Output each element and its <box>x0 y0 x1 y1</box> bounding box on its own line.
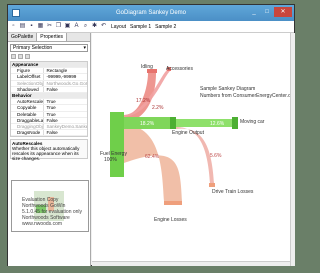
property-value[interactable]: True <box>44 99 87 104</box>
app-icon <box>12 9 20 17</box>
minimize-button[interactable]: _ <box>248 7 260 17</box>
drive-train-node[interactable] <box>209 183 215 187</box>
undo-icon[interactable]: ↶ <box>100 23 107 30</box>
sample1-button[interactable]: Sample 1 <box>130 24 151 30</box>
losses-pct: 62.4% <box>145 154 160 160</box>
app-window: GoDiagram Sankey Demo _ □ ✕ ▫ ▤ ▪ ▦ ✂ ❐ … <box>7 4 295 266</box>
font-icon[interactable]: A <box>73 23 80 30</box>
diagram-subtitle: Numbers from ConsumerEnergyCenter.org <box>200 93 296 99</box>
property-value[interactable]: False <box>44 87 87 92</box>
new-icon[interactable]: ▫ <box>10 23 17 30</box>
overview-panel[interactable]: Evaluation Copy Northwoods GoWin 5.1.0.4… <box>11 180 89 232</box>
property-name: AutoRescales <box>11 99 45 105</box>
idling-pct: 17.2% <box>136 98 151 104</box>
print-icon[interactable]: ▦ <box>37 23 44 30</box>
vertical-scrollbar[interactable] <box>290 33 295 266</box>
accessories-pct: 2.2% <box>152 105 164 111</box>
selection-dropdown[interactable]: Primary Selection ▾ <box>10 44 88 52</box>
property-value[interactable]: -99999,-99999 <box>44 74 87 79</box>
fuel-energy-pct: 100% <box>104 157 117 163</box>
property-name: DraggingObject <box>11 123 45 130</box>
engine-pct: 18.2% <box>140 121 155 127</box>
toolbar: ▫ ▤ ▪ ▦ ✂ ❐ ▣ A ⌕ ✱ ↶ Layout Sample 1 Sa… <box>8 21 294 33</box>
property-name: Deletable <box>11 111 45 117</box>
selection-value: Primary Selection <box>13 45 53 51</box>
moving-pct: 12.6% <box>210 121 225 127</box>
paste-icon[interactable]: ▣ <box>64 23 71 30</box>
diagram-canvas[interactable]: Sample Sankey Diagram Numbers from Consu… <box>92 33 295 266</box>
engine-losses-label: Engine Losses <box>154 217 187 223</box>
sankey-diagram <box>110 67 238 205</box>
sample2-button[interactable]: Sample 2 <box>155 24 176 30</box>
chevron-down-icon: ▾ <box>83 45 86 51</box>
left-panel: GoPalette Properties Primary Selection ▾… <box>8 33 91 266</box>
open-icon[interactable]: ▤ <box>19 23 26 30</box>
moving-car-node[interactable] <box>232 117 238 129</box>
horizontal-scrollbar[interactable] <box>92 261 295 266</box>
layout-button[interactable]: Layout <box>111 24 126 30</box>
idling-label: Idling <box>141 64 153 70</box>
fuel-energy-node[interactable] <box>110 112 124 177</box>
property-toolbar <box>8 54 90 61</box>
cut-icon[interactable]: ✂ <box>46 23 53 30</box>
window-title: GoDiagram Sankey Demo <box>115 10 187 16</box>
engine-losses-node[interactable] <box>164 201 182 205</box>
title-bar: GoDiagram Sankey Demo _ □ ✕ <box>8 5 294 21</box>
property-name: DraggableLabel <box>11 117 45 123</box>
engine-output-node[interactable] <box>170 117 176 129</box>
property-value[interactable]: True <box>44 105 87 110</box>
watermark-line-5: www.nwoods.com <box>22 221 63 227</box>
maximize-button[interactable]: □ <box>261 7 273 17</box>
property-name: SelectionObject <box>11 80 45 86</box>
zoom-icon[interactable]: ⌕ <box>82 23 89 30</box>
property-grid: Appearance Figure Rectangle LabelOffset -999… <box>10 61 88 138</box>
drive-pct: 5.6% <box>210 153 222 159</box>
copy-icon[interactable]: ❐ <box>55 23 62 30</box>
accessories-label: Accessories <box>166 66 193 72</box>
property-name: Copyable <box>11 105 45 111</box>
drive-train-label: Drive Train Losses <box>212 189 254 195</box>
property-row[interactable]: DragsNode False <box>11 130 87 137</box>
property-value[interactable]: Rectangle <box>44 68 87 73</box>
property-name: Behavior <box>12 92 32 98</box>
property-value[interactable]: False <box>44 130 87 135</box>
diagram-title: Sample Sankey Diagram <box>200 86 256 92</box>
property-name: Shadowed <box>11 86 45 92</box>
engine-losses-flow[interactable] <box>124 125 182 201</box>
tab-properties[interactable]: Properties <box>37 33 68 41</box>
description-panel: AutoRescales Whether this object automat… <box>10 139 88 162</box>
description-text: Whether this object automatically rescal… <box>12 146 80 162</box>
moving-car-label: Moving car <box>240 119 265 125</box>
settings-icon[interactable]: ✱ <box>91 23 98 30</box>
close-button[interactable]: ✕ <box>274 7 292 17</box>
tab-gopalette[interactable]: GoPalette <box>8 33 38 41</box>
property-name: DragsNode <box>11 130 45 136</box>
property-value[interactable]: True <box>44 112 87 117</box>
categorized-icon[interactable] <box>11 54 16 59</box>
property-value[interactable]: Northwoods.Go.GoI <box>44 81 87 86</box>
property-value[interactable]: False <box>44 118 87 123</box>
engine-output-label: Engine Output <box>172 130 204 136</box>
save-icon[interactable]: ▪ <box>28 23 35 30</box>
alphabetical-icon[interactable] <box>18 54 23 59</box>
property-name: LabelOffset <box>11 74 45 80</box>
property-value[interactable]: SankeyDemo.Sankey <box>44 124 87 129</box>
property-pages-icon[interactable] <box>25 54 30 59</box>
property-name: Appearance <box>12 62 39 67</box>
property-name: Figure <box>11 68 45 74</box>
